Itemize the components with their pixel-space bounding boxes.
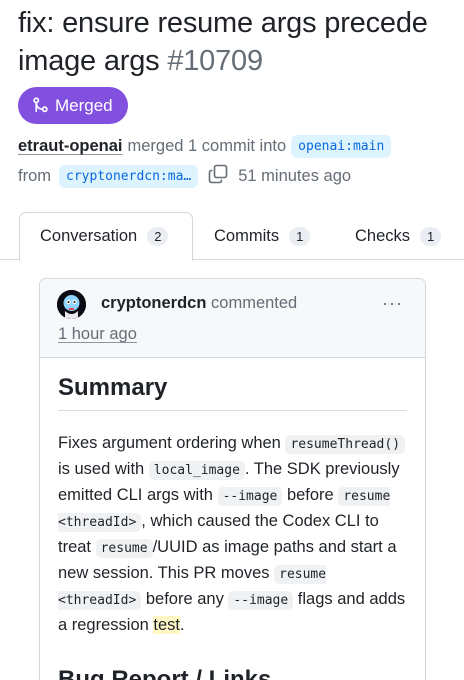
comment-author-line: cryptonerdcn commented (101, 294, 297, 313)
code-span: resumeThread() (285, 435, 406, 454)
text-span: . (180, 616, 185, 634)
author-link[interactable]: etraut-openai (18, 137, 123, 156)
merged-status-badge: Merged (18, 87, 128, 124)
text-span: Fixes argument ordering when (58, 434, 286, 452)
tab-conversation[interactable]: Conversation 2 (19, 212, 193, 261)
highlighted-text: test (153, 616, 180, 634)
pr-number: #10709 (167, 45, 263, 77)
code-span: --image (217, 487, 283, 506)
code-span: local_image (148, 461, 245, 480)
avatar[interactable] (57, 290, 86, 319)
comment-header: cryptonerdcn commented ··· 1 hour ago (40, 279, 425, 358)
tab-commits[interactable]: Commits 1 (214, 212, 311, 260)
bug-report-heading: Bug Report / Links (58, 666, 272, 680)
git-merge-icon (33, 97, 48, 113)
copy-icon[interactable] (208, 164, 228, 189)
comment-author[interactable]: cryptonerdcn (101, 294, 206, 312)
tab-counter: 2 (147, 227, 169, 246)
tab-label: Checks (355, 226, 411, 245)
from-text: from (18, 167, 51, 185)
code-span: --image (228, 591, 294, 610)
comment-timestamp[interactable]: 1 hour ago (58, 325, 137, 344)
head-branch[interactable]: cryptonerdcn:ma… (59, 165, 199, 188)
branch-info: from cryptonerdcn:ma… 51 minutes ago (18, 164, 351, 189)
tab-label: Conversation (40, 227, 138, 245)
code-span: resume (95, 539, 153, 558)
pr-tabs: Conversation 2 Commits 1 Checks 1 (0, 212, 464, 261)
text-span: before (282, 486, 339, 504)
merge-info: etraut-openai merged 1 commit into opena… (18, 135, 392, 158)
text-span: is used with (58, 460, 149, 478)
base-branch[interactable]: openai:main (291, 135, 392, 158)
comment-body: Summary Fixes argument ordering when res… (40, 358, 425, 680)
tab-checks[interactable]: Checks 1 (355, 212, 442, 260)
summary-paragraph: Fixes argument ordering when resumeThrea… (58, 431, 407, 638)
comment-action: commented (211, 294, 298, 312)
text-span: before any (141, 590, 229, 608)
pr-title: fix: ensure resume args precede image ar… (18, 4, 458, 80)
tab-label: Commits (214, 226, 280, 245)
merge-time: 51 minutes ago (238, 167, 352, 185)
kebab-menu-icon[interactable]: ··· (382, 293, 403, 314)
merged-label: Merged (55, 95, 113, 115)
tab-counter: 1 (420, 226, 442, 246)
comment-card: cryptonerdcn commented ··· 1 hour ago Su… (39, 278, 426, 680)
tab-counter: 1 (289, 226, 311, 246)
merged-text: merged 1 commit into (127, 137, 287, 155)
summary-heading: Summary (58, 374, 407, 411)
